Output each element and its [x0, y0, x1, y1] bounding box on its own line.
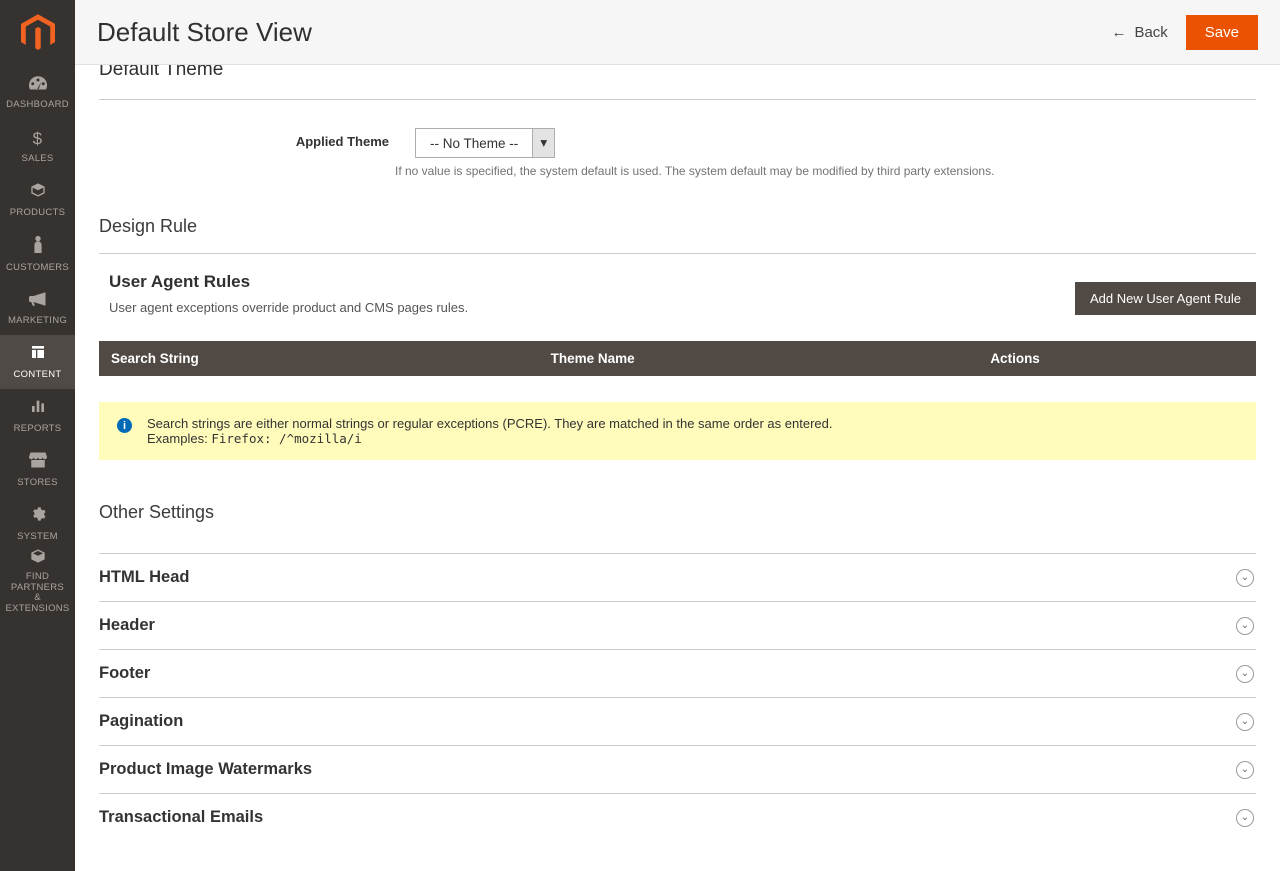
chevron-down-icon: ⌄	[1236, 569, 1254, 587]
dollar-icon: $	[33, 129, 43, 149]
nav-label: CUSTOMERS	[6, 262, 69, 273]
main-area: Default Store View ← Back Save Default T…	[75, 0, 1280, 871]
info-examples-prefix: Examples:	[147, 431, 211, 446]
puzzle-icon	[30, 548, 46, 569]
sidebar-item-find-partners[interactable]: FIND PARTNERS & EXTENSIONS	[0, 551, 75, 611]
chevron-down-icon: ▾	[532, 129, 554, 157]
sidebar-item-stores[interactable]: STORES	[0, 443, 75, 497]
sidebar-item-content[interactable]: CONTENT	[0, 335, 75, 389]
chevron-down-icon: ⌄	[1236, 617, 1254, 635]
info-banner: i Search strings are either normal strin…	[99, 402, 1256, 460]
applied-theme-value: -- No Theme --	[416, 129, 532, 157]
sidebar-item-sales[interactable]: $ SALES	[0, 119, 75, 173]
save-button[interactable]: Save	[1186, 15, 1258, 50]
section-default-theme-title: Default Theme	[99, 65, 1256, 100]
sidebar-item-dashboard[interactable]: DASHBOARD	[0, 65, 75, 119]
magento-logo-icon	[21, 14, 55, 52]
box-icon	[30, 182, 46, 203]
nav-label: STORES	[17, 477, 58, 488]
accordion-html-head[interactable]: HTML Head ⌄	[99, 554, 1256, 602]
accordion-label: Pagination	[99, 712, 183, 731]
applied-theme-label: Applied Theme	[279, 134, 389, 149]
add-user-agent-rule-button[interactable]: Add New User Agent Rule	[1075, 282, 1256, 315]
nav-label: MARKETING	[8, 315, 67, 326]
page-title: Default Store View	[97, 17, 312, 48]
chevron-down-icon: ⌄	[1236, 809, 1254, 827]
admin-sidebar: DASHBOARD $ SALES PRODUCTS CUSTOMERS MAR…	[0, 0, 75, 871]
back-label: Back	[1134, 24, 1167, 41]
applied-theme-note: If no value is specified, the system def…	[395, 164, 1256, 178]
layout-icon	[30, 344, 46, 365]
accordion-label: Product Image Watermarks	[99, 760, 312, 779]
topbar: Default Store View ← Back Save	[75, 0, 1280, 65]
sidebar-item-customers[interactable]: CUSTOMERS	[0, 227, 75, 281]
other-settings-accordion: HTML Head ⌄ Header ⌄ Footer ⌄ Pagination…	[99, 553, 1256, 841]
user-agent-rules-header: User Agent Rules User agent exceptions o…	[99, 272, 1256, 315]
sidebar-item-products[interactable]: PRODUCTS	[0, 173, 75, 227]
nav-label: FIND PARTNERS & EXTENSIONS	[2, 572, 73, 614]
nav-label: SALES	[21, 153, 53, 164]
info-icon: i	[117, 418, 132, 433]
info-line-1: Search strings are either normal strings…	[147, 416, 1238, 431]
accordion-label: Footer	[99, 664, 150, 683]
col-search-string: Search String	[99, 341, 539, 376]
info-examples-code: Firefox: /^mozilla/i	[211, 431, 362, 446]
sidebar-item-reports[interactable]: REPORTS	[0, 389, 75, 443]
applied-theme-select[interactable]: -- No Theme -- ▾	[415, 128, 555, 158]
chevron-down-icon: ⌄	[1236, 761, 1254, 779]
magento-logo[interactable]	[0, 0, 75, 65]
accordion-pagination[interactable]: Pagination ⌄	[99, 698, 1256, 746]
col-actions: Actions	[978, 341, 1256, 376]
person-icon	[32, 235, 44, 258]
accordion-product-image-watermarks[interactable]: Product Image Watermarks ⌄	[99, 746, 1256, 794]
megaphone-icon	[29, 291, 47, 311]
nav-label: REPORTS	[14, 423, 62, 434]
chevron-down-icon: ⌄	[1236, 713, 1254, 731]
content-scroll[interactable]: Default Theme Applied Theme -- No Theme …	[75, 65, 1280, 871]
accordion-label: Transactional Emails	[99, 808, 263, 827]
arrow-left-icon: ←	[1111, 24, 1126, 41]
section-design-rule-title: Design Rule	[99, 216, 1256, 254]
accordion-label: Header	[99, 616, 155, 635]
nav-label: DASHBOARD	[6, 99, 69, 110]
gear-icon	[30, 506, 46, 527]
sidebar-item-system[interactable]: SYSTEM	[0, 497, 75, 551]
chevron-down-icon: ⌄	[1236, 665, 1254, 683]
back-button[interactable]: ← Back	[1111, 24, 1167, 41]
chart-bar-icon	[30, 398, 46, 419]
accordion-transactional-emails[interactable]: Transactional Emails ⌄	[99, 794, 1256, 841]
nav-label: PRODUCTS	[10, 207, 66, 218]
user-agent-rules-desc: User agent exceptions override product a…	[109, 300, 468, 315]
storefront-icon	[29, 452, 47, 473]
section-other-settings-title: Other Settings	[99, 502, 1256, 539]
info-line-2: Examples: Firefox: /^mozilla/i	[147, 431, 1238, 446]
sidebar-item-marketing[interactable]: MARKETING	[0, 281, 75, 335]
gauge-icon	[29, 75, 47, 95]
col-theme-name: Theme Name	[539, 341, 979, 376]
user-agent-rules-table: Search String Theme Name Actions	[99, 341, 1256, 376]
applied-theme-field: Applied Theme -- No Theme -- ▾	[279, 128, 1256, 158]
nav-label: CONTENT	[14, 369, 62, 380]
user-agent-rules-heading: User Agent Rules	[109, 272, 468, 292]
accordion-label: HTML Head	[99, 568, 189, 587]
accordion-header[interactable]: Header ⌄	[99, 602, 1256, 650]
accordion-footer[interactable]: Footer ⌄	[99, 650, 1256, 698]
nav-label: SYSTEM	[17, 531, 58, 542]
